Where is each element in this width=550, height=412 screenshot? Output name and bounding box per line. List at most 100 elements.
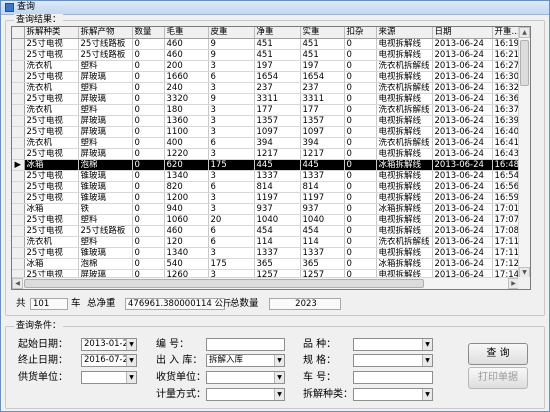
horizontal-scrollbar[interactable]: ◀ ▶ (12, 277, 519, 289)
column-header[interactable]: 来源 (376, 27, 433, 39)
row-header[interactable] (12, 247, 25, 259)
chevron-down-icon[interactable]: ▼ (274, 372, 284, 383)
table-row[interactable]: 25寸电视 25寸线路板 0 460 9 451 451 0 电视拆解线 2013-06-24 16… (12, 38, 523, 50)
column-header[interactable]: 实重 (300, 27, 345, 39)
table-row[interactable]: 洗衣机 塑料 0 200 3 197 197 0 洗衣机拆解线 2013-06-24 16:27 (12, 60, 523, 72)
row-header[interactable] (12, 49, 25, 61)
table-cell: 937 (300, 203, 345, 215)
table-row[interactable]: 25寸电视 屏玻璃 0 1100 3 1097 1097 0 电视拆解线 2013-06-24 16… (12, 126, 523, 138)
table-row[interactable]: 25寸电视 25寸线路板 0 460 6 454 454 0 电视拆解线 2013-06-24 17… (12, 225, 523, 237)
table-row[interactable]: 25寸电视 屏玻璃 0 1660 6 1654 1654 0 电视拆解线 2013-06-24 16… (12, 71, 523, 83)
row-header[interactable] (12, 225, 25, 237)
column-header[interactable]: 毛重 (164, 27, 209, 39)
table-cell: 洗衣机拆解线 (376, 137, 433, 149)
method-select[interactable]: ▼ (206, 388, 285, 401)
table-cell: 2013-06-24 (432, 181, 493, 193)
number-input[interactable] (206, 338, 285, 351)
dismantle-type-select[interactable]: ▼ (353, 388, 433, 401)
row-header[interactable] (12, 203, 25, 215)
table-cell: 1654 (300, 71, 345, 83)
inout-select[interactable]: 拆解入库 ▼ (206, 354, 285, 367)
column-header[interactable]: 皮重 (208, 27, 255, 39)
print-button[interactable]: 打印单据 (468, 367, 528, 389)
table-row[interactable]: 洗衣机 塑料 0 240 3 237 237 0 洗衣机拆解线 2013-06-24 16:32 (12, 82, 523, 94)
table-row[interactable]: 冰箱 泡棉 0 540 175 365 365 0 冰箱拆解线 2013-06-24 17:12 (12, 258, 523, 270)
table-row[interactable]: 25寸电视 锥玻璃 0 820 6 814 814 0 电视拆解线 2013-06-24 16:56 (12, 181, 523, 193)
row-header[interactable]: ▶ (12, 159, 25, 171)
table-cell: 25寸电视 (24, 225, 79, 237)
inout-label: 出 入 库： (156, 355, 203, 366)
table-row[interactable]: 洗衣机 塑料 0 400 6 394 394 0 洗衣机拆解线 2013-06-24 16:41 (12, 137, 523, 149)
receiver-select[interactable]: ▼ (206, 371, 285, 384)
results-grid[interactable]: 拆解种类 拆解产物 数量 毛重 皮重 净重 实重 扣杂 来源 日期 开重... 25寸电视 25寸线路… (11, 26, 531, 290)
row-header[interactable] (12, 258, 25, 270)
query-button[interactable]: 查 询 (468, 343, 528, 365)
table-row[interactable]: 25寸电视 锥玻璃 0 1340 3 1337 1337 0 电视拆解线 2013-06-24 16… (12, 170, 523, 182)
row-header[interactable] (12, 71, 25, 83)
table-row[interactable]: 25寸电视 锥玻璃 0 1200 3 1197 1197 0 电视拆解线 2013-06-24 16… (12, 192, 523, 204)
column-header[interactable]: 净重 (254, 27, 301, 39)
chevron-down-icon[interactable]: ▼ (126, 355, 136, 366)
table-cell: 175 (208, 159, 255, 171)
spec-select[interactable]: ▼ (353, 354, 433, 367)
row-header[interactable] (12, 104, 25, 116)
table-row[interactable]: 25寸电视 屏玻璃 0 1360 3 1357 1357 0 电视拆解线 2013-06-24 16… (12, 115, 523, 127)
column-header[interactable]: 数量 (132, 27, 165, 39)
column-header[interactable]: 扣杂 (344, 27, 377, 39)
row-header[interactable] (12, 38, 25, 50)
column-header[interactable]: 日期 (432, 27, 493, 39)
table-row[interactable]: 冰箱铁 0 940 3 937 937 0 冰箱拆解线 2013-06-24 17:01 (12, 203, 523, 215)
chevron-down-icon[interactable]: ▼ (422, 339, 432, 350)
row-header[interactable] (12, 192, 25, 204)
vertical-scroll-thumb[interactable] (520, 40, 529, 86)
chevron-down-icon[interactable]: ▼ (126, 339, 136, 350)
row-header[interactable] (12, 137, 25, 149)
table-cell: 2013-06-24 (432, 148, 493, 160)
column-header[interactable]: 拆解产物 (78, 27, 133, 39)
table-cell: 6 (208, 236, 255, 248)
row-header[interactable] (12, 60, 25, 72)
table-cell: 电视拆解线 (376, 181, 433, 193)
table-row[interactable]: ▶ 冰箱 泡棉 0 620 175 445 445 0 冰箱拆解线 2013-06-24 16:48 (12, 159, 523, 171)
scroll-up-icon[interactable]: ▲ (519, 27, 530, 38)
row-header[interactable] (12, 170, 25, 182)
row-header[interactable] (12, 236, 25, 248)
horizontal-scroll-thumb[interactable] (24, 279, 424, 288)
table-cell: 电视拆解线 (376, 71, 433, 83)
row-header[interactable] (12, 126, 25, 138)
chevron-down-icon[interactable]: ▼ (274, 389, 284, 400)
row-header[interactable] (12, 148, 25, 160)
column-header[interactable]: 拆解种类 (24, 27, 79, 39)
supplier-select[interactable]: ▼ (81, 371, 137, 384)
chevron-down-icon[interactable]: ▼ (422, 389, 432, 400)
table-cell: 460 (164, 225, 209, 237)
end-date-picker[interactable]: 2016-07-20 ▼ (81, 354, 137, 367)
table-cell: 2013-06-24 (432, 82, 493, 94)
table-cell: 0 (344, 170, 377, 182)
row-header[interactable] (12, 93, 25, 105)
vehicle-input[interactable] (353, 371, 433, 384)
chevron-down-icon[interactable]: ▼ (274, 355, 284, 366)
row-header[interactable] (12, 82, 25, 94)
table-cell: 114 (300, 236, 345, 248)
table-row[interactable]: 25寸电视 25寸线路板 0 460 9 451 451 0 电视拆解线 2013-06-24 16… (12, 49, 523, 61)
row-header[interactable] (12, 214, 25, 226)
table-row[interactable]: 洗衣机 塑料 0 120 6 114 114 0 洗衣机拆解线 2013-06-24 17:11 (12, 236, 523, 248)
table-cell: 0 (344, 60, 377, 72)
vertical-scrollbar[interactable]: ▲ ▼ (518, 27, 530, 278)
table-row[interactable]: 25寸电视 塑料 0 1060 20 1040 1040 0 电视拆解线 2013-06-24 17… (12, 214, 523, 226)
table-row[interactable]: 25寸电视 锥玻璃 0 1340 3 1337 1337 0 电视拆解线 2013-06-24 17… (12, 247, 523, 259)
chevron-down-icon[interactable]: ▼ (126, 372, 136, 383)
product-select[interactable]: ▼ (353, 338, 433, 351)
scroll-left-icon[interactable]: ◀ (12, 278, 23, 289)
table-row[interactable]: 25寸电视 屏玻璃 0 1220 3 1217 1217 0 电视拆解线 2013-06-24 16… (12, 148, 523, 160)
row-header[interactable] (12, 115, 25, 127)
start-date-picker[interactable]: 2013-01-20 ▼ (81, 338, 137, 351)
product-label: 品 种： (303, 339, 337, 350)
chevron-down-icon[interactable]: ▼ (422, 355, 432, 366)
row-header[interactable] (12, 181, 25, 193)
results-table: 拆解种类 拆解产物 数量 毛重 皮重 净重 实重 扣杂 来源 日期 开重... 25寸电视 25寸线路… (12, 27, 523, 281)
table-row[interactable]: 洗衣机 塑料 0 180 3 177 177 0 洗衣机拆解线 2013-06-24 16:37 (12, 104, 523, 116)
table-cell: 6 (208, 225, 255, 237)
table-row[interactable]: 25寸电视 屏玻璃 0 3320 9 3311 3311 0 电视拆解线 2013-06-24 16… (12, 93, 523, 105)
